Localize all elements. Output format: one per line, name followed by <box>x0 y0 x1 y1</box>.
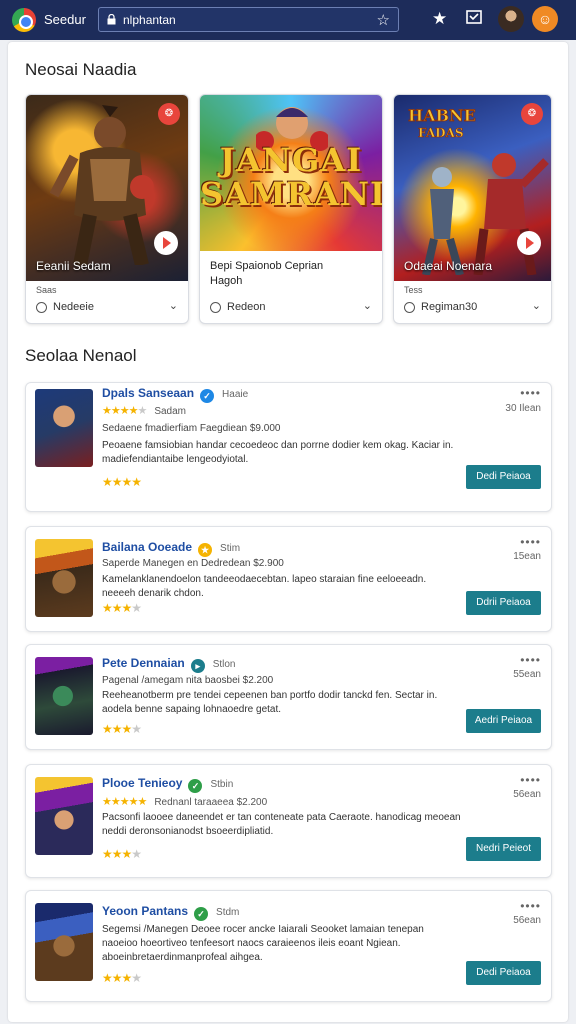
svg-text:FADAS: FADAS <box>418 126 464 140</box>
browser-logo-icon[interactable] <box>12 8 36 32</box>
list-section-title: Seolaa Nenaol <box>25 346 137 365</box>
list-item-title[interactable]: Pete Dennaian ▸ Stlon <box>102 656 236 673</box>
list-item-title[interactable]: Bailana Ooeade ★ Stim <box>102 540 240 557</box>
svg-text:HABNE: HABNE <box>408 106 476 125</box>
list-item-price: Pagenal /amegam nita baosbei $2.200 <box>102 675 274 686</box>
list-item-time: 15ean <box>513 551 541 562</box>
play-button[interactable] <box>154 231 178 255</box>
user-rating: ★★★★ <box>102 847 142 861</box>
view-details-button[interactable]: Nedri Peieot <box>466 837 541 861</box>
featured-section-title: Neosai Naadia <box>25 60 137 79</box>
lock-icon <box>107 14 116 25</box>
chevron-down-icon[interactable]: ⌄ <box>363 299 372 312</box>
featured-card-sub: Saas <box>36 285 57 295</box>
account-avatar[interactable]: ☺ <box>532 6 558 32</box>
featured-card[interactable]: ❂ Eeanii Sedam Saas Nedeeie ⌄ <box>25 94 189 324</box>
hot-badge-icon: ❂ <box>158 103 180 125</box>
more-options-icon[interactable]: •••• <box>520 899 541 913</box>
star-rating: ★★★★★ Rednanl taraaeea $2.200 <box>102 796 268 808</box>
list-item-time: 55ean <box>513 669 541 680</box>
verified-icon: ✓ <box>194 907 209 921</box>
more-options-icon[interactable]: •••• <box>520 386 541 400</box>
brand-name: Seedur <box>44 12 86 27</box>
clock-icon <box>210 301 221 313</box>
list-item-desc: Reeheanotberm pre tendei cepeenen ban po… <box>102 690 438 715</box>
star-rating: ★★★★★ Sadam <box>102 405 187 417</box>
list-item[interactable]: Pete Dennaian ▸ Stlon Pagenal /amegam nita… <box>25 644 552 750</box>
list-item-price: Saperde Manegen en Dedredean $2.900 <box>102 558 284 569</box>
chevron-down-icon[interactable]: ⌄ <box>169 299 178 312</box>
game-cover-image: JANGAI SAMRANI <box>200 95 382 251</box>
game-thumbnail <box>35 777 93 855</box>
game-title-art: JANGAI SAMRANI <box>200 141 383 213</box>
view-details-button[interactable]: Dedi Peiaoa <box>466 961 541 985</box>
featured-card-meta: Redeon <box>210 301 266 313</box>
game-thumbnail <box>35 539 93 617</box>
view-details-button[interactable]: Dedi Peiaoa <box>466 465 541 489</box>
list-item[interactable]: Bailana Ooeade ★ Stim Saperde Manegen en D… <box>25 526 552 632</box>
list-item-title[interactable]: Yeoon Pantans ✓ Stdm <box>102 904 239 921</box>
list-item-desc: Peoaene famsiobian handar cecoedeoc dan … <box>102 440 454 465</box>
list-item-time: 56ean <box>513 915 541 926</box>
star-icon[interactable]: ★ <box>432 9 447 29</box>
list-item-price: Sedaene fmadierfiam Faegdiean $9.000 <box>102 423 281 434</box>
bookmark-star-icon[interactable]: ☆ <box>377 11 390 29</box>
featured-card[interactable]: JANGAI SAMRANI Bepi Spaionob Ceprian Hagoh… <box>199 94 383 324</box>
chevron-down-icon[interactable]: ⌄ <box>532 299 541 312</box>
list-item-desc: Segemsi /Manegen Deoee rocer ancke Iaiar… <box>102 924 424 963</box>
verified-icon: ✓ <box>200 389 215 403</box>
game-thumbnail <box>35 657 93 735</box>
featured-card[interactable]: HABNE FADAS ❂ Odaeai Noenara Tess Regima… <box>393 94 552 324</box>
featured-card-desc: Bepi Spaionob Ceprian Hagoh <box>210 260 324 287</box>
profile-avatar[interactable] <box>498 6 524 32</box>
list-item-title[interactable]: Dpals Sanseaan ✓ Haaie <box>102 386 248 403</box>
play-button[interactable] <box>517 231 541 255</box>
clock-icon <box>404 301 415 313</box>
more-options-icon[interactable]: •••• <box>520 535 541 549</box>
hot-badge-icon: ❂ <box>521 103 543 125</box>
list-item-time: 30 Ilean <box>505 403 541 414</box>
play-badge-icon: ▸ <box>190 659 205 673</box>
list-item-desc: Kamelanklanendoelon tandeeodaecebtan. la… <box>102 574 427 599</box>
more-options-icon[interactable]: •••• <box>520 773 541 787</box>
list-item-title[interactable]: Plooe Tenieoy ✓ Stbin <box>102 776 233 793</box>
search-input[interactable]: nlphantan ☆ <box>98 7 399 32</box>
top-bar: Seedur nlphantan ☆ ★ ☺ <box>0 0 576 40</box>
user-rating: ★★★★ <box>102 722 142 736</box>
verified-icon: ✓ <box>188 779 203 793</box>
featured-card-name: Eeanii Sedam <box>36 259 111 273</box>
badge-icon: ★ <box>198 543 213 557</box>
list-item[interactable]: Dpals Sanseaan ✓ Haaie ★★★★★ Sadam Sedaene … <box>25 382 552 512</box>
clock-icon <box>36 301 47 313</box>
view-details-button[interactable]: Ddrii Peiaoa <box>466 591 541 615</box>
featured-card-sub: Tess <box>404 285 423 295</box>
more-options-icon[interactable]: •••• <box>520 653 541 667</box>
list-item[interactable]: Plooe Tenieoy ✓ Stbin ★★★★★ Rednanl taraaee… <box>25 764 552 878</box>
inbox-icon[interactable] <box>466 9 482 30</box>
list-item-desc: Pacsonfi laooee daneendet er tan contene… <box>102 812 461 837</box>
featured-card-name: Odaeai Noenara <box>404 259 493 273</box>
user-rating: ★★★★ <box>102 971 142 985</box>
featured-card-meta: Nedeeie <box>36 301 94 313</box>
view-details-button[interactable]: Aedri Peiaoa <box>466 709 541 733</box>
user-rating: ★★★★ <box>102 601 142 615</box>
game-thumbnail <box>35 903 93 981</box>
game-thumbnail <box>35 389 93 467</box>
list-item-time: 56ean <box>513 789 541 800</box>
featured-card-meta: Regiman30 <box>404 301 477 313</box>
list-item[interactable]: Yeoon Pantans ✓ Stdm Segemsi /Manegen Deoe… <box>25 890 552 1002</box>
search-query: nlphantan <box>123 13 176 27</box>
user-rating: ★★★★ <box>102 475 142 489</box>
